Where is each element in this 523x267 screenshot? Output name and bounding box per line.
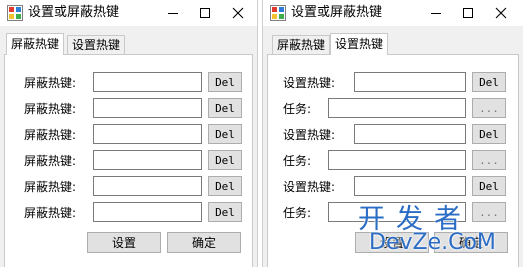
maximize-button[interactable] — [452, 0, 484, 26]
del-button-2[interactable]: Del — [208, 98, 242, 118]
hotkey-input-5[interactable] — [93, 176, 202, 196]
del-button-6[interactable]: Del — [208, 202, 242, 222]
del-button-3[interactable]: Del — [208, 124, 242, 144]
del-button-1[interactable]: Del — [472, 72, 506, 92]
hotkey-input-3[interactable] — [93, 124, 202, 144]
window-title: 设置或屏蔽热键 — [28, 5, 120, 20]
tab-panel: 屏蔽热键: Del 屏蔽热键: Del 屏蔽热键: Del 屏蔽热键: Del … — [4, 54, 253, 267]
row-label: 设置热键: — [283, 128, 336, 142]
tab-block-hotkey[interactable]: 屏蔽热键 — [272, 35, 331, 54]
row-label: 设置热键: — [283, 180, 336, 194]
ok-button[interactable]: 确定 — [167, 232, 241, 253]
hotkey-input-4[interactable] — [93, 150, 202, 170]
del-button-1[interactable]: Del — [208, 72, 242, 92]
hotkey-input-2[interactable] — [354, 124, 466, 144]
browse-button-1[interactable]: ... — [472, 98, 506, 118]
del-button-5[interactable]: Del — [208, 176, 242, 196]
close-icon — [232, 7, 244, 19]
row-label: 任务: — [283, 102, 312, 116]
row-label: 任务: — [283, 206, 312, 220]
hotkey-input-1[interactable] — [93, 72, 202, 92]
row-label: 设置热键: — [283, 76, 336, 90]
minimize-icon — [168, 13, 178, 14]
tab-set-hotkey[interactable]: 设置热键 — [67, 35, 126, 54]
watermark-en: DevZe.CoM — [369, 230, 496, 255]
title-bar[interactable]: 设置或屏蔽热键 — [263, 0, 523, 26]
hotkey-input-2[interactable] — [93, 98, 202, 118]
row-label: 屏蔽热键: — [24, 180, 77, 194]
app-icon — [7, 5, 23, 21]
set-button[interactable]: 设置 — [87, 232, 161, 253]
row-label: 屏蔽热键: — [24, 76, 77, 90]
hotkey-input-6[interactable] — [93, 202, 202, 222]
row-label: 屏蔽热键: — [24, 154, 77, 168]
hotkey-input-3[interactable] — [354, 176, 466, 196]
del-button-3[interactable]: Del — [472, 176, 506, 196]
maximize-icon — [463, 8, 473, 18]
hotkey-window-1: 设置或屏蔽热键 屏蔽热键 设置热键 屏蔽热键: Del 屏蔽热键: Del 屏蔽… — [0, 0, 258, 267]
close-icon — [495, 7, 507, 19]
maximize-button[interactable] — [189, 0, 221, 26]
tab-strip: 屏蔽热键 设置热键 — [4, 33, 253, 55]
tab-strip: 屏蔽热键 设置热键 — [267, 33, 519, 55]
browse-button-3[interactable]: ... — [472, 202, 506, 222]
del-button-2[interactable]: Del — [472, 124, 506, 144]
task-input-1[interactable] — [328, 98, 466, 118]
minimize-button[interactable] — [157, 0, 189, 26]
title-bar[interactable]: 设置或屏蔽热键 — [0, 0, 257, 26]
window-title: 设置或屏蔽热键 — [291, 5, 383, 20]
app-icon — [270, 5, 286, 21]
row-label: 屏蔽热键: — [24, 128, 77, 142]
maximize-icon — [200, 8, 210, 18]
hotkey-input-1[interactable] — [354, 72, 466, 92]
row-label: 任务: — [283, 154, 312, 168]
row-label: 屏蔽热键: — [24, 206, 77, 220]
close-button[interactable] — [485, 0, 517, 26]
task-input-2[interactable] — [328, 150, 466, 170]
minimize-icon — [431, 13, 441, 14]
tab-block-hotkey[interactable]: 屏蔽热键 — [6, 33, 65, 55]
browse-button-2[interactable]: ... — [472, 150, 506, 170]
close-button[interactable] — [222, 0, 254, 26]
row-label: 屏蔽热键: — [24, 102, 77, 116]
minimize-button[interactable] — [420, 0, 452, 26]
del-button-4[interactable]: Del — [208, 150, 242, 170]
tab-set-hotkey[interactable]: 设置热键 — [330, 33, 389, 55]
